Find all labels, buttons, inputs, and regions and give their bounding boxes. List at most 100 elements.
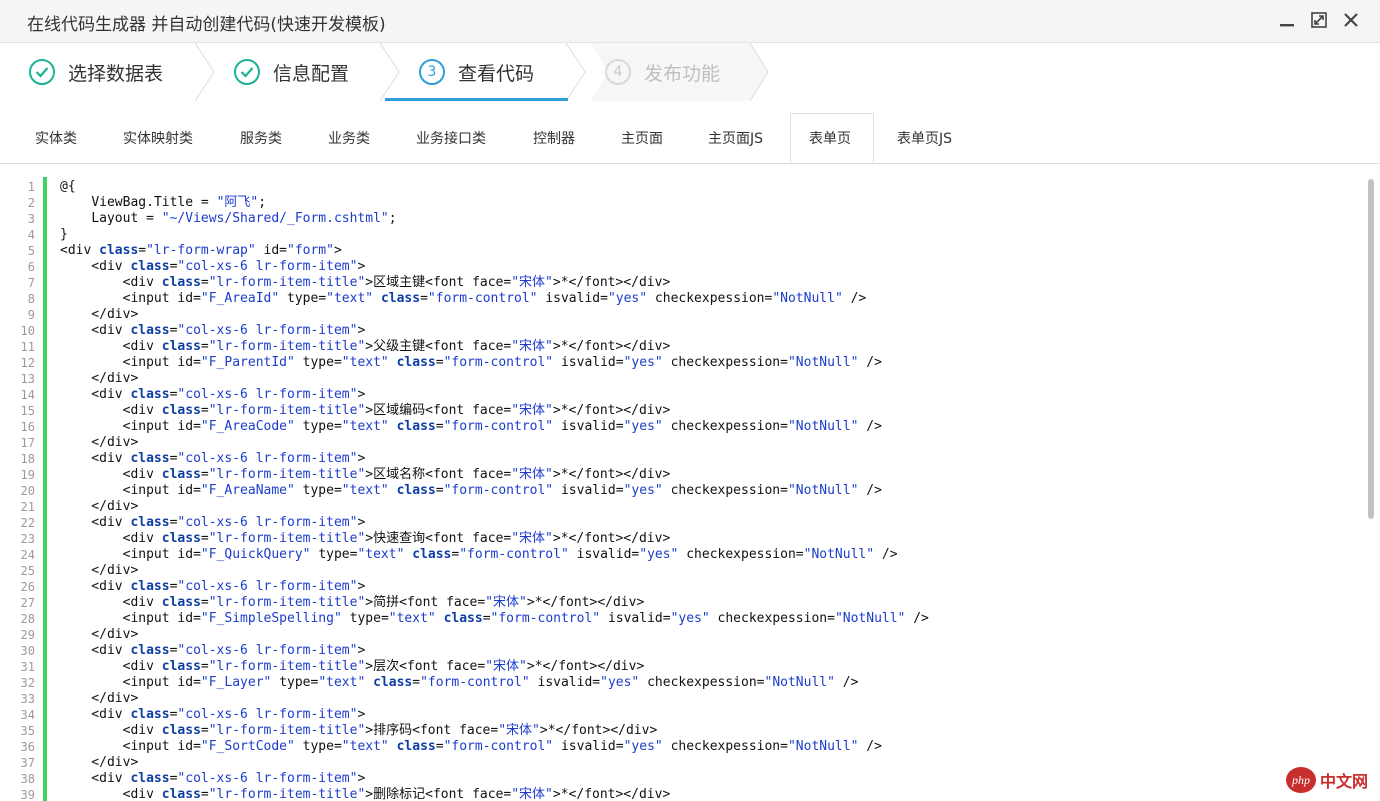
code-text: <div class="col-xs-6 lr-form-item"> (60, 515, 366, 530)
line-number: 3 (27, 212, 35, 226)
code-text: } (60, 227, 68, 242)
line-number: 12 (20, 356, 35, 370)
line-number: 5 (27, 244, 35, 258)
line-number: 36 (20, 740, 35, 754)
code-text: </div> (60, 563, 139, 578)
line-number: 29 (20, 628, 35, 642)
code-text: </div> (60, 435, 139, 450)
code-text: <div class="col-xs-6 lr-form-item"> (60, 579, 366, 594)
line-number: 30 (20, 644, 35, 658)
tab-entity-map[interactable]: 实体映射类 (123, 128, 193, 148)
tab-business[interactable]: 业务类 (328, 128, 370, 148)
code-text: <input id="F_SortCode" type="text" class… (60, 739, 882, 754)
code-text: </div> (60, 499, 139, 514)
wizard-steps: 选择数据表 信息配置 3 查看代码 4 发布功能 (0, 43, 1380, 102)
step-view-code[interactable]: 3 查看代码 (419, 43, 534, 101)
line-number: 23 (20, 532, 35, 546)
line-number: 11 (20, 340, 35, 354)
tab-business-interface[interactable]: 业务接口类 (416, 128, 486, 148)
line-number: 14 (20, 388, 35, 402)
code-text: <input id="F_AreaId" type="text" class="… (60, 291, 867, 306)
line-number: 32 (20, 676, 35, 690)
line-number: 10 (20, 324, 35, 338)
code-text: ViewBag.Title = "阿飞"; (91, 195, 267, 210)
step-info-config[interactable]: 信息配置 (234, 43, 349, 101)
line-number: 27 (20, 596, 35, 610)
code-text: <div class="col-xs-6 lr-form-item"> (60, 259, 366, 274)
code-text: <input id="F_ParentId" type="text" class… (60, 355, 882, 370)
code-text: <div class="lr-form-item-title">简拼<font … (60, 595, 645, 610)
minimize-icon[interactable] (1276, 9, 1298, 31)
code-text: <input id="F_AreaName" type="text" class… (60, 483, 882, 498)
line-number: 33 (20, 692, 35, 706)
line-number: 26 (20, 580, 35, 594)
code-text: @{ (60, 179, 76, 194)
tab-main-page-js[interactable]: 主页面JS (708, 128, 763, 148)
line-number: 8 (27, 292, 35, 306)
code-text: <input id="F_QuickQuery" type="text" cla… (60, 547, 898, 562)
tab-service[interactable]: 服务类 (240, 128, 282, 148)
step-label: 发布功能 (644, 62, 721, 85)
code-text: </div> (60, 371, 139, 386)
line-number: 13 (20, 372, 35, 386)
step-label: 选择数据表 (68, 62, 164, 85)
line-number: 37 (20, 756, 35, 770)
code-text: </div> (60, 691, 139, 706)
line-number: 34 (20, 708, 35, 722)
scrollbar-thumb[interactable] (1368, 179, 1374, 519)
line-number: 20 (20, 484, 35, 498)
line-number: 18 (20, 452, 35, 466)
step-select-table[interactable]: 选择数据表 (29, 43, 163, 101)
php-logo-icon: php (1286, 767, 1316, 793)
code-tabs: 实体类 实体映射类 服务类 业务类 业务接口类 控制器 主页面 主页面JS 表单… (0, 101, 1380, 164)
code-text: <input id="F_AreaCode" type="text" class… (60, 419, 882, 434)
check-icon (234, 59, 260, 85)
line-number: 7 (27, 276, 35, 290)
line-number: 4 (27, 228, 35, 242)
code-text: <input id="F_SimpleSpelling" type="text"… (60, 611, 929, 626)
code-text: <div class="lr-form-item-title">区域主键<fon… (60, 275, 671, 290)
watermark-text: 中文网 (1320, 774, 1369, 791)
code-text: <div class="lr-form-item-title">区域名称<fon… (60, 467, 671, 482)
code-text: <div class="lr-form-item-title">快速查询<fon… (60, 531, 671, 546)
step-label: 查看代码 (458, 62, 535, 85)
line-number: 6 (27, 260, 35, 274)
line-number: 2 (27, 196, 35, 210)
code-editor[interactable]: 1 @{2 ViewBag.Title = "阿飞"; 3 Layout = "~/… (16, 177, 1378, 801)
tab-form-page[interactable]: 表单页 (809, 128, 851, 148)
code-text: <div class="lr-form-item-title">父级主键<fon… (60, 339, 671, 354)
line-number: 16 (20, 420, 35, 434)
window-titlebar: 在线代码生成器 并自动创建代码(快速开发模板) (0, 0, 1380, 43)
line-number: 24 (20, 548, 35, 562)
code-text: <div class="col-xs-6 lr-form-item"> (60, 643, 366, 658)
code-text: <input id="F_Layer" type="text" class="f… (60, 675, 859, 690)
tab-form-page-js[interactable]: 表单页JS (897, 128, 952, 148)
code-text: <div class="lr-form-item-title">排序码<font… (60, 723, 658, 738)
line-number: 38 (20, 772, 35, 786)
line-number: 19 (20, 468, 35, 482)
maximize-icon[interactable] (1308, 9, 1330, 31)
code-text: <div class="lr-form-item-title">区域编码<fon… (60, 403, 671, 418)
step-label: 信息配置 (273, 62, 350, 85)
check-icon (29, 59, 55, 85)
tab-main-page[interactable]: 主页面 (621, 128, 663, 148)
line-number: 35 (20, 724, 35, 738)
step-number: 4 (605, 59, 631, 85)
code-text: <div class="col-xs-6 lr-form-item"> (60, 451, 366, 466)
code-text: <div class="lr-form-item-title">删除标记<fon… (60, 787, 671, 801)
code-text: <div class="lr-form-item-title">层次<font … (60, 659, 645, 674)
line-number: 28 (20, 612, 35, 626)
gutter-marker (43, 177, 47, 801)
step-publish[interactable]: 4 发布功能 (605, 43, 720, 101)
window-title: 在线代码生成器 并自动创建代码(快速开发模板) (27, 15, 386, 35)
close-icon[interactable] (1340, 9, 1362, 31)
vertical-scrollbar[interactable] (1366, 177, 1376, 801)
line-number: 21 (20, 500, 35, 514)
line-number: 1 (27, 180, 35, 194)
line-number: 17 (20, 436, 35, 450)
line-number: 31 (20, 660, 35, 674)
tab-controller[interactable]: 控制器 (533, 128, 575, 148)
code-text: </div> (60, 755, 139, 770)
code-text: <div class="col-xs-6 lr-form-item"> (60, 707, 366, 722)
tab-entity[interactable]: 实体类 (35, 128, 77, 148)
